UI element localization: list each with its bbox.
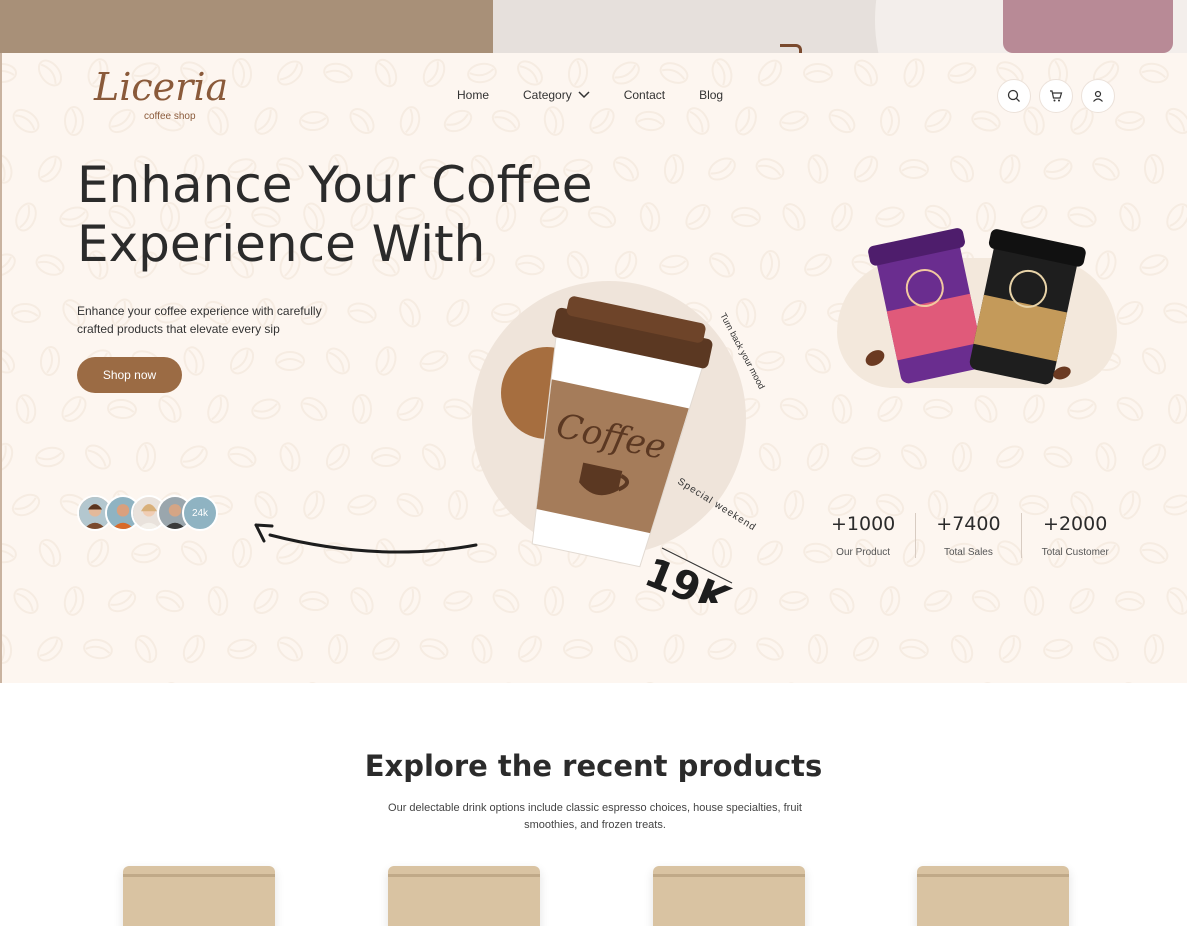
- stat-value: +7400: [936, 513, 1001, 535]
- stat-customers: +2000 Total Customer: [1020, 513, 1129, 558]
- main-nav: Home Category Contact Blog: [457, 88, 757, 102]
- search-icon: [1007, 89, 1020, 102]
- section-title: Explore the recent products: [364, 749, 823, 783]
- avatar-count-badge: 24k: [182, 495, 218, 531]
- curved-arrow-icon: [254, 523, 478, 554]
- stat-products: +1000 Our Product: [825, 513, 915, 558]
- stats-row: +1000 Our Product +7400 Total Sales +200…: [825, 513, 1129, 558]
- hero-subtext: Enhance your coffee experience with care…: [77, 304, 322, 336]
- big-number-badge: 19K: [638, 550, 737, 603]
- stat-label: Total Customer: [1041, 547, 1109, 558]
- nav-item-label: Category: [523, 88, 572, 102]
- nav-item-blog[interactable]: Blog: [699, 88, 723, 102]
- nav-item-contact[interactable]: Contact: [624, 88, 665, 102]
- backdrop-hook: [780, 44, 802, 53]
- nav-item-home[interactable]: Home: [457, 88, 489, 102]
- product-card[interactable]: [388, 866, 540, 926]
- product-card[interactable]: [653, 866, 805, 926]
- nav-item-label: Blog: [699, 88, 724, 102]
- account-button[interactable]: [1081, 79, 1115, 113]
- hero-headline: Enhance Your Coffee Experience With: [77, 156, 637, 274]
- logo-wordmark: Liceria: [94, 65, 229, 109]
- hero-section: Liceria coffee shop Home Category Contac…: [0, 53, 1187, 683]
- headline-line-1: Enhance Your Coffee: [77, 156, 593, 214]
- backdrop-cup-image: [1003, 0, 1173, 53]
- headline-line-2: Experience With: [77, 215, 486, 273]
- stat-label: Our Product: [836, 547, 891, 558]
- top-backdrop: [0, 0, 1187, 53]
- cart-button[interactable]: [1039, 79, 1073, 113]
- branded-cups-image: [865, 228, 1086, 385]
- brand-logo[interactable]: Liceria coffee shop: [94, 63, 234, 123]
- recent-products-section: Explore the recent products Our delectab…: [0, 683, 1187, 926]
- nav-item-label: Home: [457, 88, 490, 102]
- stat-value: +2000: [1043, 513, 1108, 535]
- cart-icon: [1050, 90, 1063, 102]
- user-icon: [1093, 90, 1103, 102]
- logo-subtext: coffee shop: [144, 111, 196, 122]
- backdrop-left-panel: [0, 0, 493, 53]
- stat-value: +1000: [831, 513, 896, 535]
- section-description: Our delectable drink options include cla…: [388, 802, 802, 831]
- nav-item-category[interactable]: Category: [523, 88, 590, 102]
- stat-label: Total Sales: [943, 547, 993, 558]
- nav-item-label: Contact: [623, 88, 666, 102]
- featured-coffee-cup: Coffee Turn back your mood Special weeke…: [472, 281, 767, 603]
- product-card[interactable]: [917, 866, 1069, 926]
- stat-sales: +7400 Total Sales: [915, 513, 1020, 558]
- chevron-down-icon: [578, 91, 590, 99]
- shop-now-button[interactable]: Shop now: [77, 357, 182, 393]
- product-card[interactable]: [123, 866, 275, 926]
- search-button[interactable]: [997, 79, 1031, 113]
